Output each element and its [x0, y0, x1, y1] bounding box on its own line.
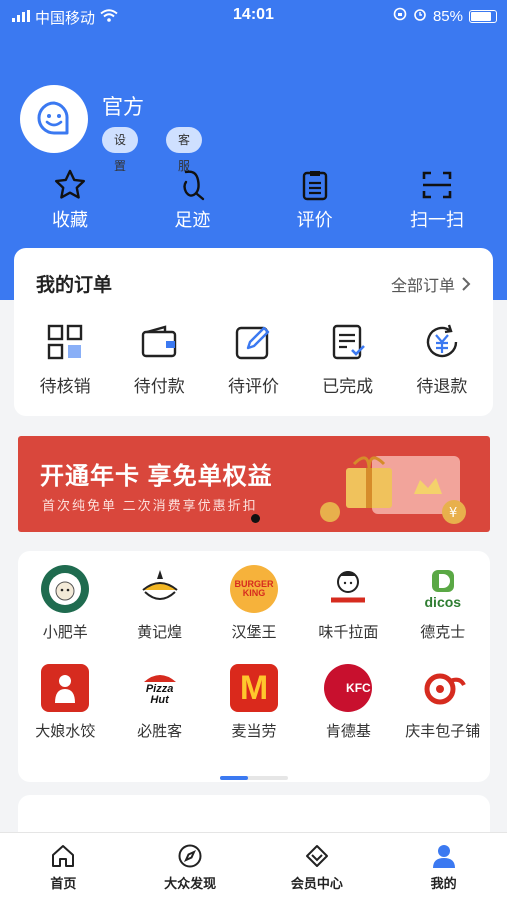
order-status-pending-refund[interactable]: 待退款 — [398, 322, 486, 397]
banner-subtitle: 首次纯免单 二次消费享优惠折扣 — [42, 498, 258, 513]
order-status-label: 待退款 — [416, 377, 468, 396]
brand-ajisen-ramen[interactable]: 味千拉面 — [301, 565, 395, 642]
brand-xiaofeiyang[interactable]: 小肥羊 — [18, 565, 112, 642]
chat-smile-icon — [37, 101, 69, 135]
battery-icon — [469, 9, 497, 23]
diamond-icon — [305, 845, 328, 867]
user-name: 官方 — [102, 96, 144, 119]
star-icon — [55, 169, 85, 199]
kfc-logo-icon: KFC — [324, 664, 373, 712]
order-status-pending-use[interactable]: 待核销 — [21, 322, 109, 397]
brand-label: 麦当劳 — [231, 723, 277, 740]
brand-qingfeng-baozi[interactable]: 庆丰包子铺 — [396, 664, 490, 741]
mcdonalds-logo-icon: M — [229, 664, 278, 712]
quick-action-label: 扫一扫 — [409, 210, 464, 230]
rotation-lock-icon — [393, 7, 407, 25]
quick-action-footprints[interactable]: 足迹 — [142, 168, 242, 232]
compass-icon — [178, 844, 202, 868]
quick-action-label: 评价 — [296, 210, 333, 230]
banner-title: 开通年卡 享免单权益 — [40, 463, 273, 490]
svg-text:¥: ¥ — [449, 506, 457, 521]
order-status-label: 已完成 — [322, 377, 374, 396]
brand-pizza-hut[interactable]: Pizza Hut 必胜客 — [112, 664, 206, 741]
order-status-completed[interactable]: 已完成 — [304, 322, 392, 397]
brand-page-indicator — [220, 776, 288, 780]
brand-kfc[interactable]: KFC 肯德基 — [301, 664, 395, 741]
banner-indicator — [251, 514, 260, 523]
brand-label: 德克士 — [420, 624, 466, 641]
quick-action-favorites[interactable]: 收藏 — [20, 168, 120, 232]
dumpling-logo-icon — [41, 664, 90, 712]
brand-label: 黄记煌 — [137, 624, 183, 641]
brand-daniang-dumplings[interactable]: 大娘水饺 — [18, 664, 112, 741]
tab-member-center[interactable]: 会员中心 — [254, 833, 381, 900]
order-status-label: 待评价 — [227, 377, 279, 396]
tab-label: 首页 — [50, 876, 77, 891]
avatar[interactable] — [20, 85, 88, 153]
brand-burger-king[interactable]: BURGER KING 汉堡王 — [207, 565, 301, 642]
quick-action-reviews[interactable]: 评价 — [265, 168, 365, 232]
brand-dicos[interactable]: dicos 德克士 — [396, 565, 490, 642]
quick-actions: 收藏 足迹 评价 扫一扫 — [20, 168, 487, 232]
burger-king-logo-icon: BURGER KING — [229, 565, 278, 613]
brand-label: 味千拉面 — [318, 624, 379, 641]
tab-discover[interactable]: 大众发现 — [127, 833, 254, 900]
order-status-label: 待付款 — [133, 377, 185, 396]
order-status-pending-review[interactable]: 待评价 — [209, 322, 297, 397]
qrcode-icon — [47, 324, 83, 360]
footprint-icon — [183, 170, 205, 201]
brand-huangjihuang[interactable]: 黄记煌 — [112, 565, 206, 642]
dicos-logo-icon: dicos — [419, 565, 467, 613]
order-status-label: 待核销 — [39, 377, 91, 396]
tab-label: 大众发现 — [164, 876, 217, 891]
battery-percent: 85% — [432, 7, 463, 25]
qingfeng-logo-icon — [419, 664, 467, 712]
order-status-pending-payment[interactable]: 待付款 — [115, 322, 203, 397]
gift-card-illustration: ¥ — [320, 456, 466, 524]
order-status-row: 待核销 待付款 待评价 已完成 待退款 — [14, 322, 493, 397]
brand-mcdonalds[interactable]: M 麦当劳 — [207, 664, 301, 741]
brand-label: 必胜客 — [137, 723, 183, 740]
alarm-icon — [413, 7, 427, 25]
brand-label: 汉堡王 — [231, 624, 277, 641]
sheep-logo-icon — [41, 565, 90, 613]
annual-card-banner[interactable]: 开通年卡 享免单权益 首次纯免单 二次消费享优惠折扣 ¥ — [18, 436, 490, 532]
quick-action-scan[interactable]: 扫一扫 — [387, 168, 487, 232]
home-icon — [52, 845, 75, 867]
tab-label: 我的 — [430, 876, 457, 891]
brands-card: 小肥羊 黄记煌 BURGER KING 汉堡王 味千拉面 dicos 德克士 大… — [18, 551, 490, 782]
user-icon — [432, 845, 455, 868]
pot-logo-icon — [136, 565, 184, 613]
brand-label: 庆丰包子铺 — [405, 723, 481, 740]
customer-service-button[interactable]: 客服 — [166, 127, 203, 173]
ajisen-logo-icon — [324, 565, 372, 613]
chevron-right-icon — [462, 277, 471, 291]
quick-action-label: 足迹 — [174, 210, 211, 230]
tab-label: 会员中心 — [290, 876, 343, 891]
all-orders-link[interactable]: 全部订单 — [391, 272, 471, 296]
orders-title: 我的订单 — [36, 275, 113, 296]
tab-home[interactable]: 首页 — [0, 833, 127, 900]
brand-label: 大娘水饺 — [35, 723, 96, 740]
edit-icon — [236, 326, 270, 360]
completed-doc-icon — [332, 324, 365, 360]
wallet-icon — [142, 325, 177, 358]
refund-icon — [426, 324, 458, 358]
settings-button[interactable]: 设置 — [102, 127, 139, 173]
orders-card: 我的订单 全部订单 待核销 待付款 待评价 已完成 待退款 — [14, 248, 493, 416]
brand-label: 肯德基 — [325, 723, 371, 740]
quick-action-label: 收藏 — [52, 210, 88, 230]
clipboard-icon — [302, 171, 327, 201]
all-orders-label: 全部订单 — [390, 278, 455, 295]
status-bar: 中国移动 14:01 85% — [0, 0, 507, 32]
brand-grid: 小肥羊 黄记煌 BURGER KING 汉堡王 味千拉面 dicos 德克士 大… — [18, 565, 490, 741]
pizza-hut-logo-icon: Pizza Hut — [136, 664, 184, 712]
scan-icon — [422, 171, 452, 199]
tab-mine[interactable]: 我的 — [380, 833, 507, 900]
bottom-tab-bar: 首页 大众发现 会员中心 我的 — [0, 832, 507, 900]
brand-label: 小肥羊 — [42, 624, 88, 641]
